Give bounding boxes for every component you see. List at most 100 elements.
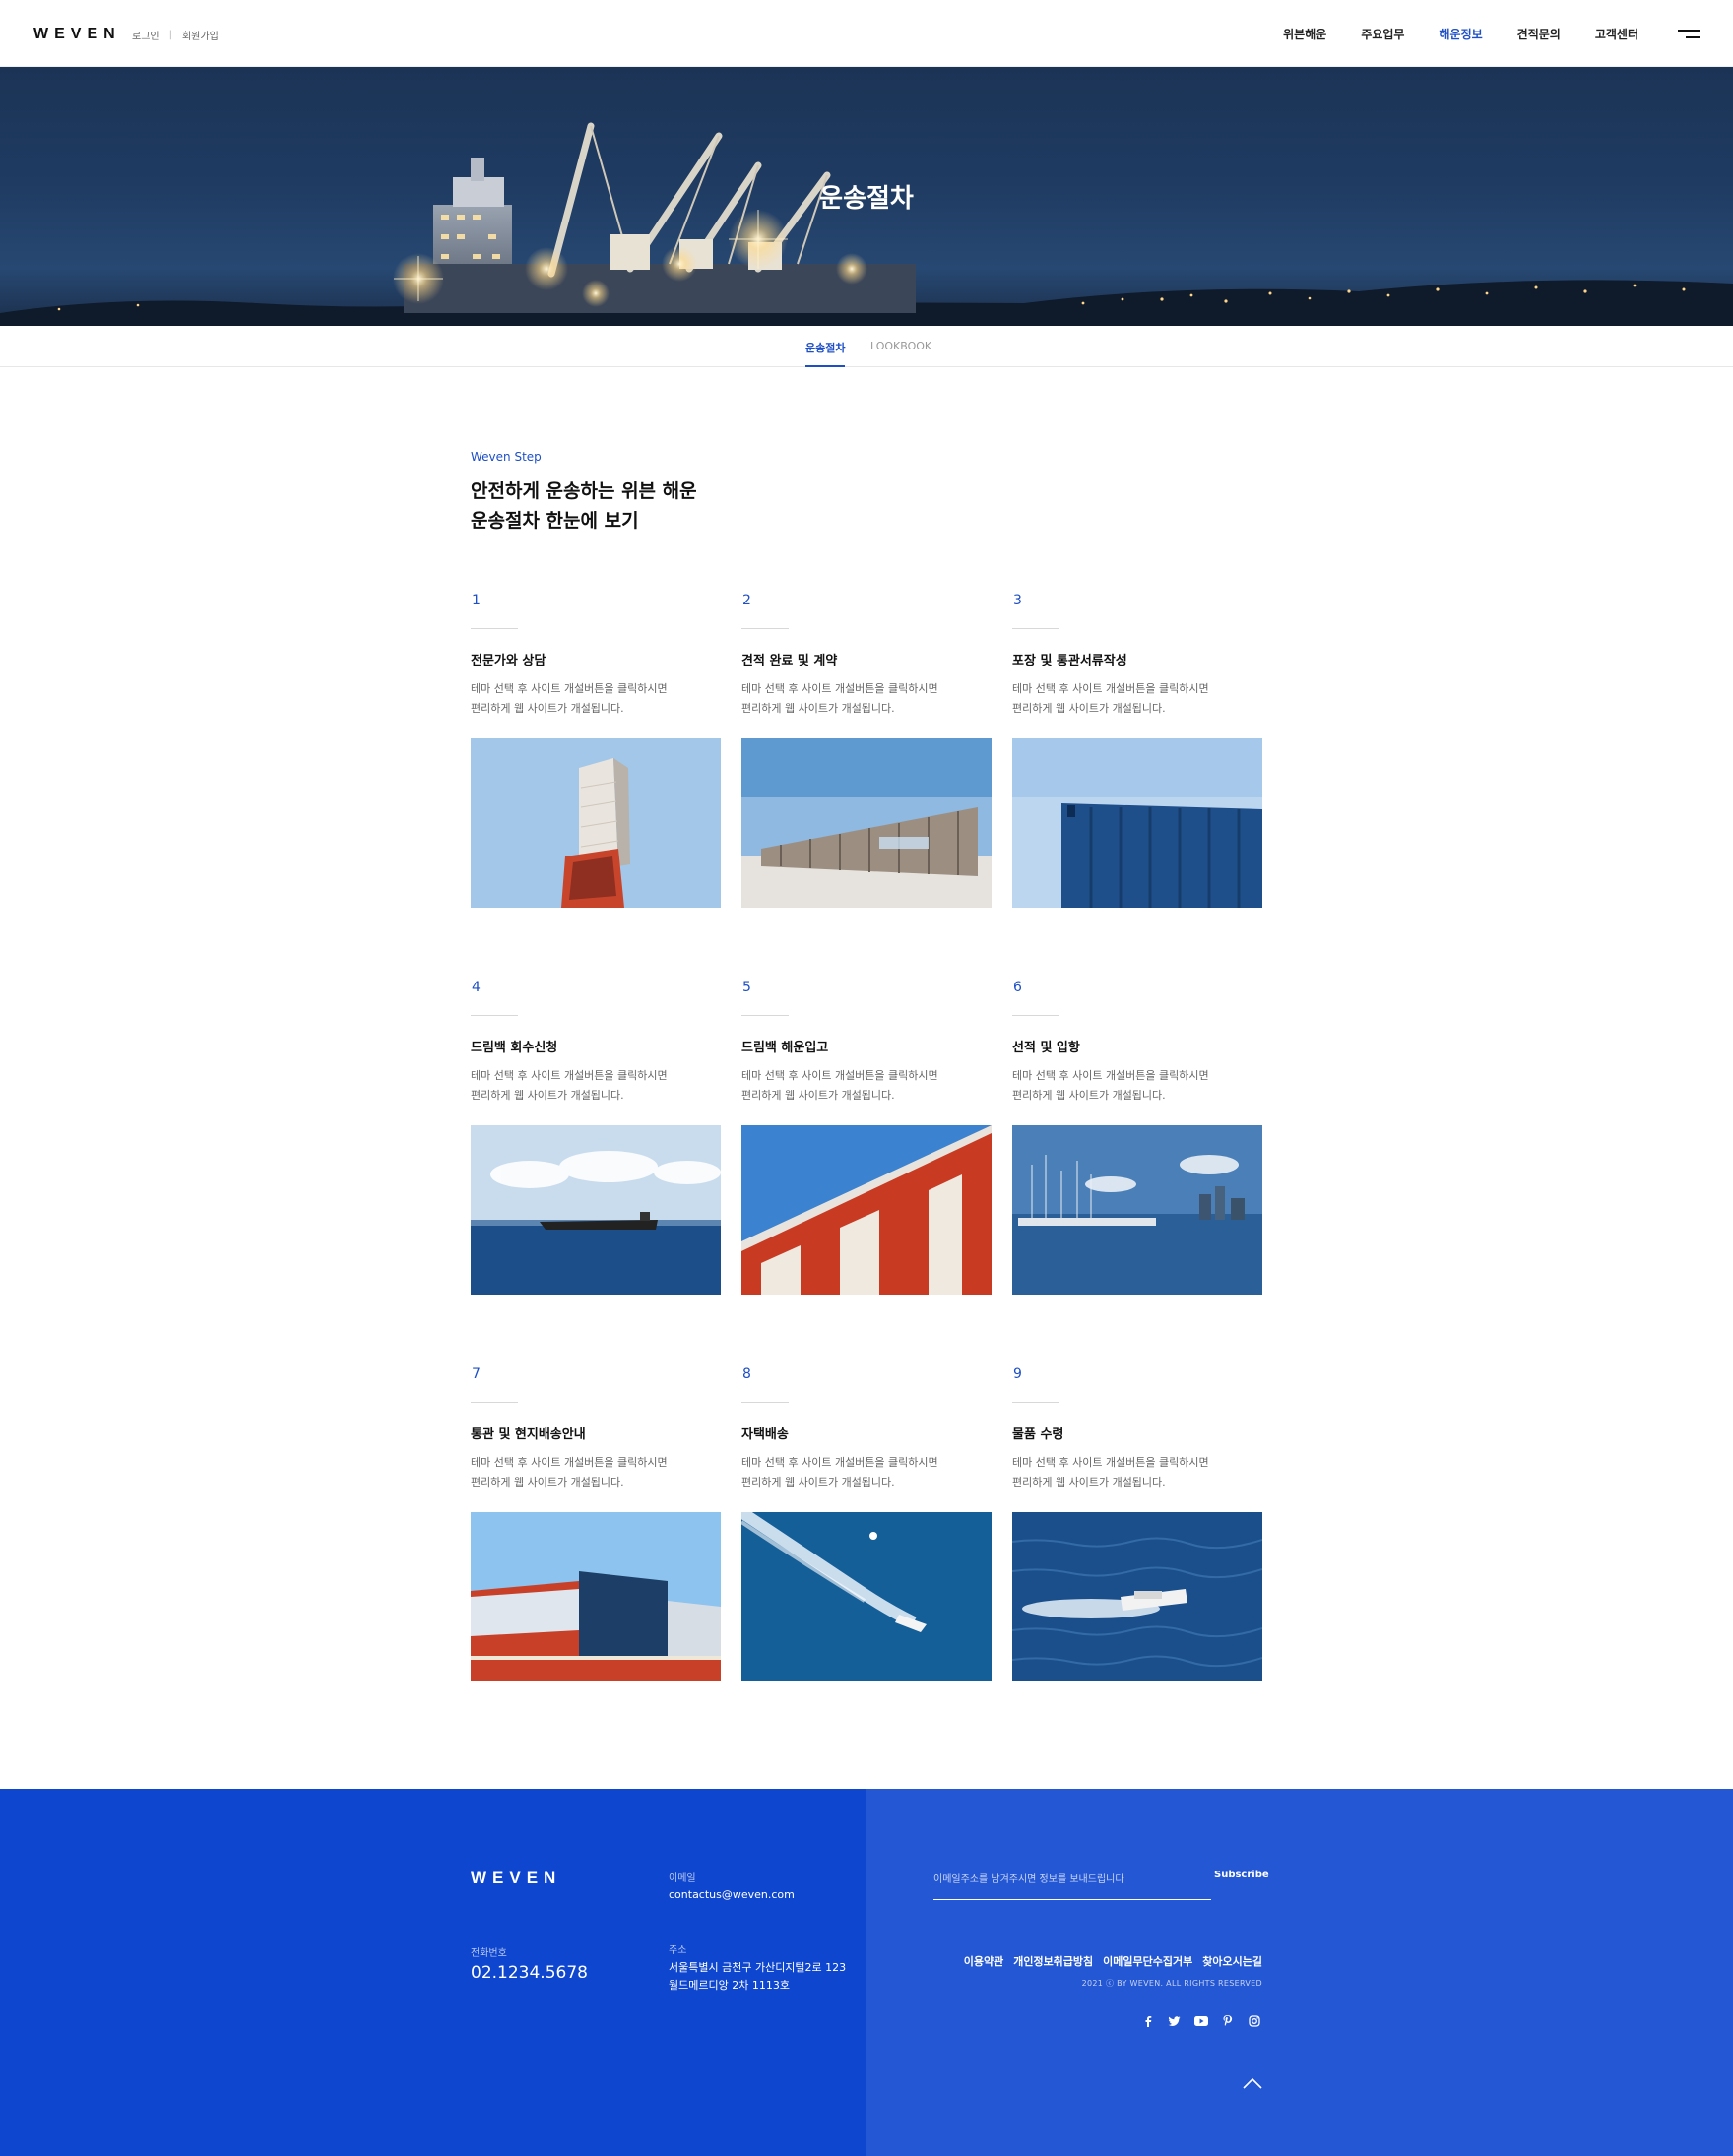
step-description: 테마 선택 후 사이트 개설버튼을 클릭하시면 편리하게 웹 사이트가 개설됩니… <box>471 1453 721 1492</box>
desc-line-1: 테마 선택 후 사이트 개설버튼을 클릭하시면 <box>471 1456 668 1469</box>
step-description: 테마 선택 후 사이트 개설버튼을 클릭하시면 편리하게 웹 사이트가 개설됩니… <box>741 1453 992 1492</box>
step-description: 테마 선택 후 사이트 개설버튼을 클릭하시면 편리하게 웹 사이트가 개설됩니… <box>1012 1066 1262 1106</box>
terms-link[interactable]: 이용약관 <box>964 1953 1003 1969</box>
divider <box>471 1402 518 1403</box>
nav-item-shipping-info[interactable]: 해운정보 <box>1439 26 1482 42</box>
instagram-icon[interactable] <box>1246 2012 1262 2029</box>
step-number: 3 <box>1013 593 1022 608</box>
step-title: 선적 및 입항 <box>1012 1041 1080 1055</box>
subscribe-button[interactable]: Subscribe <box>1214 1870 1269 1880</box>
step-description: 테마 선택 후 사이트 개설버튼을 클릭하시면 편리하게 웹 사이트가 개설됩니… <box>471 1066 721 1106</box>
step-number: 1 <box>472 593 481 608</box>
divider: | <box>168 30 172 40</box>
step-image-speedboat-wake <box>741 1512 992 1681</box>
main-nav: 위븐해운 주요업무 해운정보 견적문의 고객센터 <box>1283 26 1638 42</box>
divider <box>741 628 789 629</box>
step-number: 8 <box>742 1366 751 1382</box>
privacy-link[interactable]: 개인정보취급방침 <box>1013 1953 1093 1969</box>
step-number: 4 <box>472 980 481 995</box>
divider <box>1012 1402 1059 1403</box>
step-image-blue-container <box>1012 738 1262 908</box>
directions-link[interactable]: 찾아오시는길 <box>1202 1953 1262 1969</box>
desc-line-2: 편리하게 웹 사이트가 개설됩니다. <box>741 702 895 715</box>
step-image-ship-at-sea <box>471 1125 721 1295</box>
auth-links: 로그인 | 회원가입 <box>132 28 219 42</box>
login-link[interactable]: 로그인 <box>132 28 160 42</box>
subscribe-email-input[interactable]: 이메일주소를 남겨주시면 정보를 보내드립니다 <box>933 1867 1211 1900</box>
step-image-boat-waves <box>1012 1512 1262 1681</box>
step-image-container-building <box>471 1512 721 1681</box>
divider <box>1012 1015 1059 1016</box>
email-address[interactable]: contactus@weven.com <box>669 1886 795 1904</box>
headline-line-2: 운송절차 한눈에 보기 <box>471 510 639 532</box>
address-line-1: 서울특별시 금천구 가산디지털2로 123 <box>669 1961 847 1974</box>
tab-lookbook[interactable]: LOOKBOOK <box>870 340 931 352</box>
step-image-red-warehouse <box>741 1125 992 1295</box>
divider <box>1012 628 1059 629</box>
nav-item-services[interactable]: 주요업무 <box>1361 26 1404 42</box>
pinterest-icon[interactable] <box>1219 2012 1236 2029</box>
copyright: 2021 ⓒ BY WEVEN. ALL RIGHTS RESERVED <box>1081 1979 1262 1988</box>
step-number: 5 <box>742 980 751 995</box>
youtube-icon[interactable] <box>1192 2012 1209 2029</box>
desc-line-1: 테마 선택 후 사이트 개설버튼을 클릭하시면 <box>741 1456 938 1469</box>
social-links <box>1139 2012 1262 2029</box>
footer-logo[interactable]: WEVEN <box>471 1869 561 1888</box>
step-image-building-facade <box>741 738 992 908</box>
section-headline: 안전하게 운송하는 위븐 해운 운송절차 한눈에 보기 <box>471 476 825 536</box>
headline-line-1: 안전하게 운송하는 위븐 해운 <box>471 480 697 502</box>
desc-line-1: 테마 선택 후 사이트 개설버튼을 클릭하시면 <box>471 1069 668 1082</box>
desc-line-1: 테마 선택 후 사이트 개설버튼을 클릭하시면 <box>1012 1456 1209 1469</box>
phone-number: 02.1234.5678 <box>471 1963 588 1983</box>
desc-line-1: 테마 선택 후 사이트 개설버튼을 클릭하시면 <box>471 682 668 695</box>
nav-item-support[interactable]: 고객센터 <box>1595 26 1638 42</box>
nav-item-quote[interactable]: 견적문의 <box>1517 26 1561 42</box>
step-description: 테마 선택 후 사이트 개설버튼을 클릭하시면 편리하게 웹 사이트가 개설됩니… <box>1012 1453 1262 1492</box>
step-description: 테마 선택 후 사이트 개설버튼을 클릭하시면 편리하게 웹 사이트가 개설됩니… <box>471 679 721 719</box>
facebook-icon[interactable] <box>1139 2012 1156 2029</box>
step-title: 포장 및 통관서류작성 <box>1012 654 1127 668</box>
desc-line-2: 편리하게 웹 사이트가 개설됩니다. <box>741 1476 895 1489</box>
email-label: 이메일 <box>669 1873 696 1884</box>
hero-banner: 운송절차 <box>0 67 1733 326</box>
step-title: 드림백 해운입고 <box>741 1041 829 1055</box>
desc-line-2: 편리하게 웹 사이트가 개설됩니다. <box>471 1476 624 1489</box>
email-policy-link[interactable]: 이메일무단수집거부 <box>1103 1953 1192 1969</box>
sub-tabs: 운송절차 LOOKBOOK <box>0 326 1733 367</box>
step-description: 테마 선택 후 사이트 개설버튼을 클릭하시면 편리하게 웹 사이트가 개설됩니… <box>741 679 992 719</box>
site-header: WEVEN 로그인 | 회원가입 위븐해운 주요업무 해운정보 견적문의 고객센… <box>0 0 1733 67</box>
phone-label: 전화번호 <box>471 1948 507 1959</box>
tab-procedure[interactable]: 운송절차 <box>805 340 846 367</box>
twitter-icon[interactable] <box>1166 2012 1183 2029</box>
signup-link[interactable]: 회원가입 <box>182 28 219 42</box>
desc-line-2: 편리하게 웹 사이트가 개설됩니다. <box>471 702 624 715</box>
step-image-marina <box>1012 1125 1262 1295</box>
desc-line-1: 테마 선택 후 사이트 개설버튼을 클릭하시면 <box>741 682 938 695</box>
scroll-to-top-chevron-up-icon[interactable] <box>1241 2075 1264 2091</box>
desc-line-2: 편리하게 웹 사이트가 개설됩니다. <box>1012 1476 1166 1489</box>
divider <box>741 1402 789 1403</box>
step-number: 6 <box>1013 980 1022 995</box>
logo[interactable]: WEVEN <box>33 26 121 43</box>
step-title: 자택배송 <box>741 1427 789 1442</box>
desc-line-2: 편리하게 웹 사이트가 개설됩니다. <box>1012 702 1166 715</box>
footer-right-panel <box>866 1789 1733 2156</box>
step-number: 7 <box>472 1366 481 1382</box>
divider <box>471 1015 518 1016</box>
nav-item-about[interactable]: 위븐해운 <box>1283 26 1326 42</box>
step-title: 견적 완료 및 계약 <box>741 654 838 668</box>
divider <box>741 1015 789 1016</box>
menu-icon[interactable] <box>1676 28 1700 41</box>
desc-line-2: 편리하게 웹 사이트가 개설됩니다. <box>741 1089 895 1102</box>
step-title: 드림백 회수신청 <box>471 1041 558 1055</box>
step-description: 테마 선택 후 사이트 개설버튼을 클릭하시면 편리하게 웹 사이트가 개설됩니… <box>741 1066 992 1106</box>
hero-title: 운송절차 <box>819 184 914 214</box>
step-title: 전문가와 상담 <box>471 654 546 668</box>
step-description: 테마 선택 후 사이트 개설버튼을 클릭하시면 편리하게 웹 사이트가 개설됩니… <box>1012 679 1262 719</box>
desc-line-2: 편리하게 웹 사이트가 개설됩니다. <box>471 1089 624 1102</box>
section-eyebrow: Weven Step <box>471 450 542 464</box>
step-number: 9 <box>1013 1366 1022 1382</box>
step-number: 2 <box>742 593 751 608</box>
step-image-crane-tower <box>471 738 721 908</box>
divider <box>471 628 518 629</box>
